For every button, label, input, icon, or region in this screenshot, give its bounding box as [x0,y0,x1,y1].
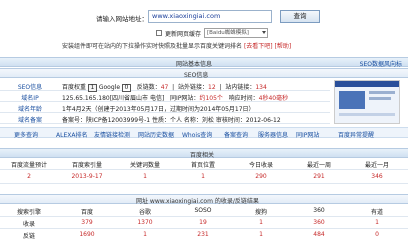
index-result-header: 网址 www.xiaoxingiai.com 的收录/反链结果 [0,194,408,205]
tool-same-ip[interactable]: 同IP网站 [296,130,319,139]
seo-row-label: SEO信息 [17,84,43,91]
engine-header: 有道 [370,209,383,216]
week-indexed-value[interactable]: 291 [290,173,348,180]
thumbnail-block [339,113,395,116]
inbound-value: 134 [255,84,267,91]
site-thumbnail[interactable] [334,80,400,124]
tool-whois[interactable]: Whois查询 [182,130,212,139]
query-button[interactable]: 查询 [280,10,320,23]
domain-age-label: 域名年龄 [17,106,42,113]
baidu-related-title: 百度相关 [190,152,215,159]
domain-age-row: 域名年龄 1年4月2天（创建于2013年05月17日，过期时间为2014年05月… [0,102,330,113]
engine-header: SOSO [194,207,212,214]
baidu-weight-label: 百度权重 [62,84,87,91]
tool-friend-link[interactable]: 友情链接检测 [94,130,130,139]
icp-row: 域名备案 备案号：陕ICP备12003999号-1 性质：个人 名称：刘松 审核… [0,113,330,124]
backlink-baidu[interactable]: 1690 [58,231,116,238]
engine-header: 谷歌 [138,209,151,216]
indexed-soso[interactable]: 19 [174,219,232,226]
thumbnail-block [339,91,365,109]
plugin-notice: 安装组件即可在站内的下拉操作实时快照及批量显示百度关键词排名 [去看下吧] [帮… [62,41,291,50]
tool-history[interactable]: 网站历史数据 [138,130,174,139]
month-indexed-value[interactable]: 346 [348,173,406,180]
backlink-row-label: 反链 [22,233,35,240]
indexed-youdao[interactable]: 1 [348,219,406,226]
header-cell: 百度索引量 [71,162,102,169]
header-cell: 最近一周 [306,162,331,169]
ip-value: 125.65.165.180[四川省眉山市 电信] [62,95,165,102]
divider [0,228,408,229]
outbound-label: 站外链接： [178,84,209,91]
backlinks-label: 反链数： [136,84,161,91]
plugin-notice-text: 安装组件即可在站内的下拉操作实时快照及批量显示百度关键词排名 [62,43,243,50]
tool-alexa[interactable]: ALEXA排名 [56,130,87,139]
domain-age-value: 1年4月2天（创建于2013年05月17日，过期时间为2014年05月17日） [62,106,255,113]
tool-server[interactable]: 服务器信息 [258,130,288,139]
update-cache-checkbox[interactable] [156,30,162,36]
baidu-traffic-value: 2 [27,173,31,180]
outbound-value: 12 [208,84,216,91]
divider [0,183,408,184]
backlink-google[interactable]: 1 [116,231,174,238]
site-input-label: 请输入网站地址： [96,15,148,23]
icp-label: 域名备案 [17,117,42,124]
keyword-count-value: 1 [143,173,147,180]
backlink-sogou[interactable]: 1 [232,231,290,238]
inbound-label: 站内链接： [225,84,256,91]
ip-row: 域名IP 125.65.165.180[四川省眉山市 电信] 同IP网站：约10… [0,91,330,102]
update-cache-label: 更新网页缓存 [165,31,202,38]
tool-more-query[interactable]: 更多查询 [14,130,38,139]
header-cell: 最近一月 [364,162,389,169]
backlink-soso[interactable]: 231 [174,231,232,238]
tool-icp[interactable]: 备案查询 [224,130,248,139]
seo-row: SEO信息 百度权重 1 Google 0 反链数：47 | 站外链接：12 |… [0,80,330,92]
google-label: Google [98,84,121,91]
thumbnail-block [369,91,395,94]
icp-value: 备案号：陕ICP备12003999号-1 性质：个人 名称：刘松 审核时间：20… [62,117,281,124]
site-url-input[interactable]: www.xiaoxingiai.com [148,10,272,23]
header-cell: 首页位置 [190,162,215,169]
tool-baidu-alert[interactable]: 百度异常提醒 [338,130,374,139]
indexed-google[interactable]: 1370 [116,219,174,226]
backlinks-value: 47 [160,84,169,91]
thumbnail-block [369,97,391,100]
divider [0,216,408,217]
site-info-header: 网站基本信息 SEO数据风向标 [0,57,408,68]
tools-bar: 更多查询 ALEXA排名 友情链接检测 网站历史数据 Whois查询 备案查询 … [0,127,408,139]
engine-header: 搜狗 [254,209,267,216]
same-ip-label: 同IP网站： [170,95,200,102]
index-result-title: 网址 www.xiaoxingiai.com 的收录/反链结果 [136,198,259,205]
plugin-notice-link[interactable]: [去看下吧] [244,43,273,50]
indexed-row-label: 收录 [22,221,35,228]
seo-trend-link[interactable]: SEO数据风向标 [360,59,402,68]
seo-info-subheader: SEO信息 [0,68,408,79]
header-cell: 百度流量预计 [10,162,47,169]
baidu-index-date: 2013-9-17 [71,173,103,180]
chevron-down-icon [262,31,266,34]
indexed-sogou[interactable]: 1 [232,219,290,226]
indexed-baidu[interactable]: 379 [58,219,116,226]
indexed-360[interactable]: 360 [290,219,348,226]
plugin-help-link[interactable]: [帮助] [275,43,292,50]
same-ip-value[interactable]: 约105个 [199,95,222,102]
spider-mode-select[interactable]: [Baidu蜘蛛模拟] [204,28,268,38]
engine-header: 搜索引擎 [16,209,41,216]
ip-row-label: 域名IP [21,95,39,102]
backlink-360[interactable]: 484 [290,231,348,238]
header-cell: 今日收录 [248,162,273,169]
divider [0,169,408,170]
today-indexed-value[interactable]: 290 [232,173,290,180]
engine-header: 360 [313,207,325,214]
baidu-related-header: 百度相关 [0,148,408,159]
ip-value-group: 125.65.165.180[四川省眉山市 电信] 同IP网站：约105个 响应… [62,93,288,102]
spider-mode-value: [Baidu蜘蛛模拟] [207,30,249,36]
seo-info-subtitle: SEO信息 [184,72,209,79]
header-cell: 关键词数量 [129,162,160,169]
response-time-value: 4秒40毫秒 [258,95,289,102]
homepage-position-value: 1 [201,173,205,180]
backlink-youdao[interactable]: 0 [348,231,406,238]
engine-header: 百度 [80,209,93,216]
response-time-label: 响应时间： [228,95,259,102]
site-info-title: 网站基本信息 [176,61,213,68]
